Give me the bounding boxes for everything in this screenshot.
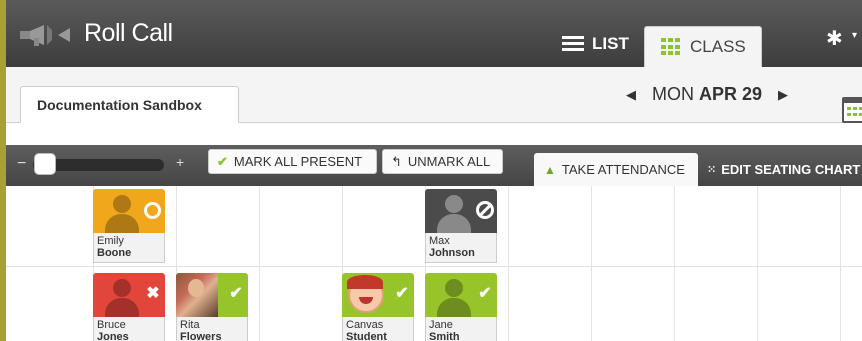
take-attendance-label: TAKE ATTENDANCE (561, 162, 685, 177)
student-last-name: Smith (429, 331, 460, 341)
edit-seating-chart-label: EDIT SEATING CHART (721, 162, 861, 177)
check-icon: ✔ (217, 153, 228, 169)
person-icon: ▲ (544, 162, 556, 177)
student-name: Canvas Student (342, 317, 414, 341)
next-day-button[interactable]: ▶ (778, 87, 788, 103)
student-card[interactable]: ✔ Rita Flowers (176, 273, 248, 341)
unmark-all-label: UNMARK ALL (407, 154, 491, 169)
student-card[interactable]: ✔ Jane Smith (425, 273, 497, 341)
student-avatar (176, 273, 218, 317)
student-first-name: Jane (429, 319, 453, 331)
student-last-name: Student (346, 331, 387, 341)
student-name: Jane Smith (425, 317, 497, 341)
undo-icon: ↰ (391, 153, 402, 169)
course-bar: Documentation Sandbox ◀ MON APR 29 ▶ (6, 67, 862, 123)
student-name: Rita Flowers (176, 317, 248, 341)
student-photo: ✔ (342, 273, 414, 317)
spacer (6, 123, 862, 145)
student-last-name: Johnson (429, 247, 475, 259)
zoom-out-label: − (17, 155, 27, 172)
megaphone-icon (20, 25, 70, 46)
grid-line (757, 186, 758, 341)
current-date: MON APR 29 (652, 84, 762, 105)
attendance-toolbar: − + ✔ MARK ALL PRESENT ↰ UNMARK ALL ▲ TA… (6, 145, 862, 186)
app-header: Roll Call LIST CLASS ✱ ▾ (6, 0, 862, 67)
class-view-label: CLASS (690, 37, 746, 56)
calendar-icon[interactable] (842, 97, 862, 123)
current-day: MON (652, 84, 694, 104)
grid-icon (661, 38, 681, 56)
student-photo (425, 189, 497, 233)
tab-edit-seating-chart[interactable]: ⁙ EDIT SEATING CHART (707, 153, 860, 186)
class-view-tab[interactable]: CLASS (644, 26, 762, 67)
student-first-name: Bruce (97, 319, 126, 331)
student-name: Max Johnson (425, 233, 497, 263)
tab-take-attendance[interactable]: ▲ TAKE ATTENDANCE (534, 153, 698, 186)
present-icon: ✔ (478, 285, 492, 302)
grid-line (674, 186, 675, 341)
date-navigator: ◀ MON APR 29 ▶ (626, 84, 788, 105)
unmarked-icon (476, 201, 494, 219)
seating-chart: Emily Boone Max Johnson ✖ Bruce Jones ✔ … (6, 186, 862, 341)
app-title: Roll Call (84, 19, 173, 47)
grid-line (591, 186, 592, 341)
gear-icon[interactable]: ✱ (826, 26, 843, 51)
student-photo: ✔ (425, 273, 497, 317)
grid-line (259, 186, 260, 341)
mark-all-present-button[interactable]: ✔ MARK ALL PRESENT (208, 149, 377, 174)
current-date-value: APR 29 (699, 84, 763, 104)
student-first-name: Canvas (346, 319, 384, 331)
absent-icon: ✖ (146, 285, 160, 302)
prev-day-button[interactable]: ◀ (626, 87, 636, 103)
seating-icon: ⁙ (707, 164, 717, 176)
student-last-name: Boone (97, 247, 132, 259)
chevron-down-icon[interactable]: ▾ (852, 30, 857, 41)
mark-all-present-label: MARK ALL PRESENT (233, 154, 363, 169)
app-window: Roll Call LIST CLASS ✱ ▾ Documentation S… (0, 0, 862, 341)
student-card[interactable]: ✖ Bruce Jones (93, 273, 165, 341)
student-photo: ✔ (176, 273, 248, 317)
student-last-name: Flowers (180, 331, 222, 341)
list-view-label: LIST (592, 34, 629, 53)
present-icon: ✔ (395, 285, 409, 302)
list-icon (562, 36, 584, 52)
grid-line (508, 186, 509, 341)
student-first-name: Rita (180, 319, 200, 331)
zoom-slider-handle[interactable] (34, 153, 56, 175)
present-icon: ✔ (229, 285, 243, 302)
student-last-name: Jones (97, 331, 129, 341)
student-photo: ✖ (93, 273, 165, 317)
student-card[interactable]: Max Johnson (425, 189, 497, 263)
student-avatar (347, 275, 384, 313)
student-name: Bruce Jones (93, 317, 165, 341)
student-first-name: Emily (97, 235, 124, 247)
course-tab[interactable]: Documentation Sandbox (20, 86, 239, 123)
late-icon (144, 202, 161, 219)
student-card[interactable]: ✔ Canvas Student (342, 273, 414, 341)
student-photo (93, 189, 165, 233)
list-view-button[interactable]: LIST (554, 28, 637, 60)
student-name: Emily Boone (93, 233, 165, 263)
student-first-name: Max (429, 235, 450, 247)
grid-line (6, 266, 862, 267)
unmark-all-button[interactable]: ↰ UNMARK ALL (382, 149, 503, 174)
grid-line (840, 186, 841, 341)
student-card[interactable]: Emily Boone (93, 189, 165, 263)
zoom-in-label: + (176, 154, 185, 170)
